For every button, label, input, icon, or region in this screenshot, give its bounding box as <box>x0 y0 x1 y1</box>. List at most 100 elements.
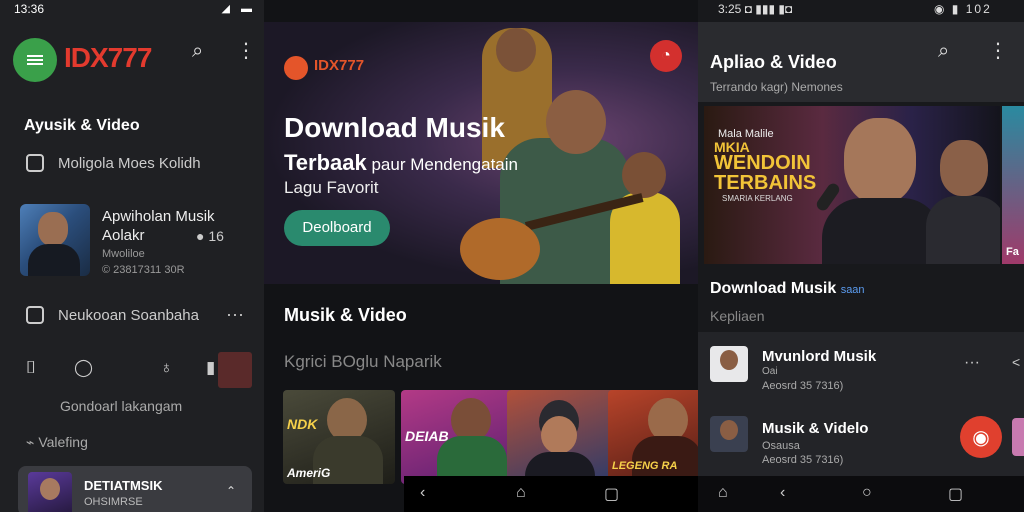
track-meta: Oai <box>762 366 778 377</box>
center-panel: IDX777 ◔ Download Musik Terbaak paur Men… <box>264 0 698 512</box>
brand-logo-icon <box>284 56 308 80</box>
menu-button[interactable] <box>13 38 57 82</box>
hero-cta-button[interactable]: Deolboard <box>284 210 390 246</box>
hero-brand: IDX777 <box>314 57 365 74</box>
hero-tagline: Lagu Favorit <box>284 178 379 197</box>
tile-footer: AmeriG <box>287 466 331 480</box>
radio-fab-icon[interactable]: ◉ <box>960 416 1002 458</box>
next-banner-text: Fa <box>1006 246 1019 258</box>
hero-figure-right-head <box>622 152 666 198</box>
hero-subtitle-rest: paur Mendengatain <box>366 155 518 174</box>
home-icon[interactable]: ⌂ <box>516 484 526 502</box>
more-vert-icon[interactable]: ⋮ <box>988 38 1008 63</box>
guitar-icon <box>460 218 540 280</box>
chevron-left-icon[interactable]: < <box>1012 354 1020 370</box>
track-thumbnail[interactable] <box>710 416 748 452</box>
hint-text: Gondoarl lakangam <box>60 398 183 414</box>
more-horiz-icon[interactable]: ··· <box>964 354 980 372</box>
now-playing-subtitle: OHSIMRSE <box>84 496 143 508</box>
artist-head <box>541 416 577 454</box>
hero-figure-back-head <box>496 28 536 72</box>
menu-item-b[interactable]: Neukooan Soanbaha <box>26 306 199 324</box>
left-phone-panel: 13:36 ◢ ▬ IDX777 ⌕ ⋮ Ayusik & Video Moli… <box>0 0 264 512</box>
status-icons: ◉ ▮ 102 <box>934 2 992 16</box>
song-meta: Mwoliloe <box>102 248 145 260</box>
menu-item-a[interactable]: Moligola Moes Kolidh <box>26 154 201 172</box>
page-title: Apliao & Video <box>710 52 837 72</box>
download-heading: Download Musik saan <box>710 280 865 298</box>
red-thumbnail <box>218 352 252 388</box>
hero-banner: IDX777 ◔ Download Musik Terbaak paur Men… <box>264 22 698 284</box>
song-count-badge: ● 16 <box>196 228 224 244</box>
track-meta-2: Aeosrd 35 7316) <box>762 454 844 466</box>
second-artist-body <box>926 196 1000 264</box>
banner-line-3: TERBAINS <box>714 172 817 194</box>
music-tile[interactable] <box>507 390 619 484</box>
right-phone-panel: 3:25 ◘ ▮▮▮ ▮◘ ◉ ▮ 102 Apliao & Video Ter… <box>698 0 1024 512</box>
more-vert-icon[interactable]: ⋮ <box>236 38 256 63</box>
now-playing-thumbnail <box>28 472 72 512</box>
circle-home-icon[interactable]: ○ <box>862 484 872 502</box>
section-title: Ayusik & Video <box>24 117 140 134</box>
section-subheading: Kgrici BOglu Naparik <box>284 352 442 371</box>
download-link[interactable]: saan <box>841 284 865 296</box>
tile-footer: LEGENG RA <box>612 460 678 472</box>
hero-title: Download Musik <box>284 112 505 143</box>
artist-face <box>38 212 68 246</box>
song-meta-2: © 23817311 30R <box>102 264 185 276</box>
featured-banner[interactable]: Mala Malile MKIA WENDOIN TERBAINS SMARIA… <box>704 106 1000 264</box>
tile-caption: DEIAB <box>405 428 449 444</box>
music-tile[interactable]: DEIAB <box>401 390 513 484</box>
edge-thumbnail[interactable] <box>1012 418 1024 456</box>
chat-icon[interactable]: ◯ <box>74 358 93 378</box>
album-art[interactable] <box>20 204 90 276</box>
hero-subtitle-bold: Terbaak <box>284 150 367 175</box>
music-tile[interactable]: NDK AmeriG <box>283 390 395 484</box>
singer-body <box>822 198 942 264</box>
square-icon <box>26 306 44 324</box>
status-time: 3:25 ◘ ▮▮▮ ▮◘ <box>718 2 793 16</box>
square-icon <box>26 154 44 172</box>
now-playing-title: DETIATMSIK <box>84 478 163 493</box>
track-thumbnail[interactable] <box>710 346 748 382</box>
track-meta-2: Aeosrd 35 7316) <box>762 380 844 392</box>
track-meta: Osausa <box>762 440 800 452</box>
more-horiz-icon[interactable]: ··· <box>226 304 244 325</box>
book-icon[interactable]: ⌷ <box>26 358 36 378</box>
status-time: 13:36 <box>14 2 45 16</box>
hamburger-icon <box>27 55 43 65</box>
page-subtitle: Terrando kagr) Nemones <box>710 80 843 94</box>
system-navbar: ‹ ⌂ ▢ <box>404 476 698 512</box>
track-title[interactable]: Mvunlord Musik <box>762 348 876 365</box>
artist-body <box>28 244 80 276</box>
hero-subtitle: Terbaak paur Mendengatain <box>284 150 518 176</box>
next-banner-card[interactable]: Fa <box>1002 106 1024 264</box>
banner-line-2: WENDOIN <box>714 152 811 174</box>
chevron-up-icon[interactable]: ⌃ <box>226 484 236 498</box>
back-icon[interactable]: ‹ <box>780 484 785 502</box>
library-icon[interactable]: ▮ <box>206 358 215 378</box>
user-icon[interactable]: ♁ <box>160 358 173 378</box>
back-icon[interactable]: ‹ <box>420 484 425 502</box>
search-icon[interactable]: ⌕ <box>192 40 203 63</box>
second-artist-head <box>940 140 988 196</box>
track-title[interactable]: Musik & Videlo <box>762 420 868 437</box>
singer-head <box>844 118 916 204</box>
menu-item-a-label: Moligola Moes Kolidh <box>58 154 201 172</box>
tile-caption: NDK <box>287 416 318 432</box>
banner-tag: SMARIA KERLANG <box>722 194 793 203</box>
download-heading-text: Download Musik <box>710 280 837 297</box>
status-icons: ◢ ▬ <box>221 3 256 15</box>
icon-row: ⌷ ◯ ♁ ▮ <box>26 358 246 380</box>
section-heading: Musik & Video <box>284 305 407 325</box>
recents-icon[interactable]: ▢ <box>604 484 619 504</box>
chat-bubble-icon[interactable]: ◔ <box>650 40 682 72</box>
home-icon[interactable]: ⌂ <box>718 484 728 502</box>
vale-item[interactable]: ⌁ Valefing <box>26 434 88 451</box>
recents-icon[interactable]: ▢ <box>948 484 963 504</box>
search-icon[interactable]: ⌕ <box>938 40 949 63</box>
download-subheading: Kepliaen <box>710 308 765 324</box>
music-tile[interactable]: LEGENG RA <box>608 390 698 484</box>
system-navbar: ⌂ ‹ ○ ▢ <box>698 476 1024 512</box>
menu-item-b-label: Neukooan Soanbaha <box>58 306 199 324</box>
